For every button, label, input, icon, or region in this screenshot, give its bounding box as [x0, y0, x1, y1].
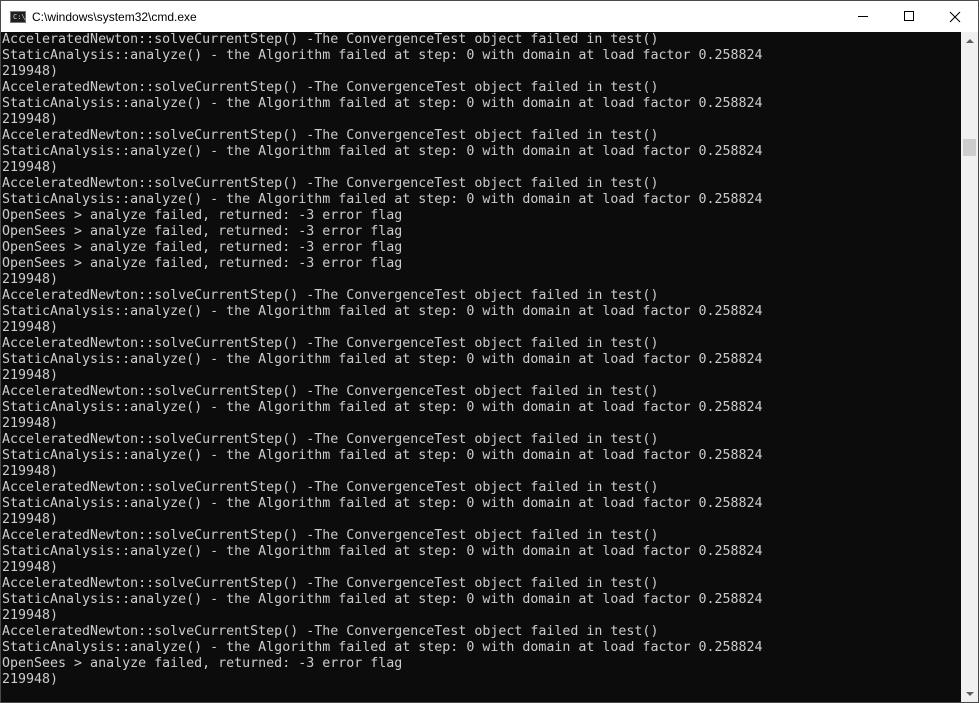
console-line: 219948) [2, 272, 59, 287]
console-line: OpenSees > analyze failed, returned: -3 … [2, 240, 403, 255]
console-line: 219948) [2, 512, 59, 527]
console-line: 219948) [2, 112, 59, 127]
console-line: AcceleratedNewton::solveCurrentStep() -T… [2, 336, 659, 351]
console-line: StaticAnalysis::analyze() - the Algorith… [2, 304, 763, 319]
console-line: OpenSees > analyze failed, returned: -3 … [2, 208, 403, 223]
console-line: AcceleratedNewton::solveCurrentStep() -T… [2, 32, 659, 47]
arrow-up-icon [966, 39, 974, 43]
arrow-down-icon [966, 692, 974, 696]
vertical-scrollbar[interactable] [961, 32, 978, 702]
console-line: OpenSees > analyze failed, returned: -3 … [2, 256, 403, 271]
minimize-icon [858, 16, 868, 17]
console-line: StaticAnalysis::analyze() - the Algorith… [2, 144, 763, 159]
console-line: StaticAnalysis::analyze() - the Algorith… [2, 496, 763, 511]
scrollbar-thumb[interactable] [963, 139, 976, 156]
console-line: AcceleratedNewton::solveCurrentStep() -T… [2, 80, 659, 95]
console-line: 219948) [2, 160, 59, 175]
console-line: StaticAnalysis::analyze() - the Algorith… [2, 448, 763, 463]
console-line: AcceleratedNewton::solveCurrentStep() -T… [2, 432, 659, 447]
console-line: AcceleratedNewton::solveCurrentStep() -T… [2, 288, 659, 303]
console-line: AcceleratedNewton::solveCurrentStep() -T… [2, 528, 659, 543]
console-line: OpenSees > analyze failed, returned: -3 … [2, 656, 403, 671]
console-line: AcceleratedNewton::solveCurrentStep() -T… [2, 128, 659, 143]
console-line: StaticAnalysis::analyze() - the Algorith… [2, 640, 763, 655]
window-controls [840, 1, 978, 32]
console-line: StaticAnalysis::analyze() - the Algorith… [2, 48, 763, 63]
console-line: StaticAnalysis::analyze() - the Algorith… [2, 592, 763, 607]
console-line: 219948) [2, 464, 59, 479]
console-line: 219948) [2, 368, 59, 383]
maximize-icon [904, 11, 914, 21]
console-line: 219948) [2, 608, 59, 623]
title-bar[interactable]: C:\ C:\windows\system32\cmd.exe [1, 1, 978, 32]
console-line: StaticAnalysis::analyze() - the Algorith… [2, 400, 763, 415]
scroll-up-button[interactable] [961, 32, 978, 49]
console-line: 219948) [2, 320, 59, 335]
console-line: AcceleratedNewton::solveCurrentStep() -T… [2, 480, 659, 495]
console-line: AcceleratedNewton::solveCurrentStep() -T… [2, 576, 659, 591]
console-line: StaticAnalysis::analyze() - the Algorith… [2, 352, 763, 367]
console-line: AcceleratedNewton::solveCurrentStep() -T… [2, 624, 659, 639]
console-line: 219948) [2, 416, 59, 431]
console-line: StaticAnalysis::analyze() - the Algorith… [2, 96, 763, 111]
console-line: AcceleratedNewton::solveCurrentStep() -T… [2, 176, 659, 191]
console-line: StaticAnalysis::analyze() - the Algorith… [2, 192, 763, 207]
console-output[interactable]: AcceleratedNewton::solveCurrentStep() -T… [1, 32, 962, 702]
minimize-button[interactable] [840, 1, 886, 32]
console-line: 219948) [2, 560, 59, 575]
maximize-button[interactable] [886, 1, 932, 32]
console-line: AcceleratedNewton::solveCurrentStep() -T… [2, 384, 659, 399]
console-line: StaticAnalysis::analyze() - the Algorith… [2, 544, 763, 559]
console-line: 219948) [2, 64, 59, 79]
console-line: 219948) [2, 672, 59, 687]
window-title: C:\windows\system32\cmd.exe [32, 9, 197, 24]
close-button[interactable] [932, 1, 978, 32]
console-line: OpenSees > analyze failed, returned: -3 … [2, 224, 403, 239]
scroll-down-button[interactable] [961, 686, 978, 702]
cmd-icon[interactable]: C:\ [10, 10, 26, 23]
close-icon [949, 11, 961, 23]
cmd-window: C:\ C:\windows\system32\cmd.exe Accelera… [0, 0, 979, 703]
